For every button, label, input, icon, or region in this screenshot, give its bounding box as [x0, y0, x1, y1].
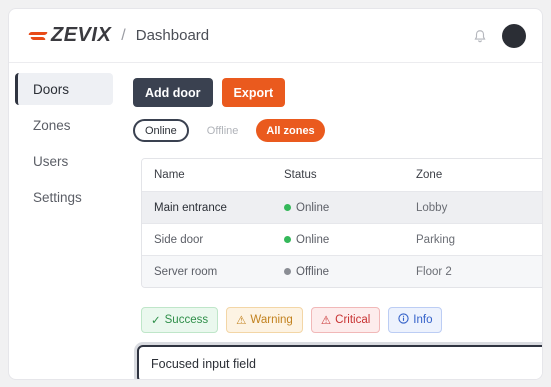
sidebar-item-settings[interactable]: Settings [15, 181, 113, 213]
door-status: Online [272, 234, 404, 246]
bell-icon[interactable] [472, 28, 488, 44]
warning-badge: ⚠ Warning [226, 307, 303, 333]
top-bar: ZEVIX / Dashboard [9, 9, 542, 63]
avatar[interactable] [502, 23, 526, 48]
status-text: Online [296, 201, 330, 214]
table-row[interactable]: Server room Offline Floor 2 [142, 255, 542, 287]
info-circle-icon [398, 313, 409, 327]
logo-text: ZEVIX [51, 24, 112, 46]
door-name: Main entrance [154, 201, 227, 214]
door-name: Side door [154, 233, 204, 246]
app-window: ZEVIX / Dashboard Doors Zones Users Sett… [8, 8, 543, 380]
warning-badge-label: Warning [250, 314, 293, 326]
warning-triangle-icon: ⚠ [236, 315, 247, 327]
door-status: Offline [272, 266, 404, 278]
info-badge: Info [388, 307, 443, 333]
logo-mark-icon [27, 29, 49, 43]
table-header-row: Name Status Zone [142, 159, 542, 191]
sidebar-item-users[interactable]: Users [15, 145, 113, 177]
online-status-dot-icon [284, 204, 291, 211]
doors-table: Name Status Zone Main entrance Online Lo… [141, 158, 542, 288]
column-header-name[interactable]: Name [142, 169, 272, 181]
filter-all-zones-chip[interactable]: All zones [256, 119, 325, 142]
status-text: Online [296, 233, 330, 246]
filter-offline-chip[interactable]: Offline [197, 119, 249, 142]
critical-badge: ⚠ Critical [310, 307, 381, 333]
breadcrumb-separator: / [121, 26, 126, 44]
table-row[interactable]: Side door Online Parking [142, 223, 542, 255]
door-name: Server room [154, 265, 218, 278]
success-badge-label: Success [164, 314, 209, 326]
logo[interactable]: ZEVIX [27, 24, 111, 47]
status-text: Offline [296, 265, 330, 278]
add-door-button[interactable]: Add door [133, 78, 213, 107]
table-row[interactable]: Main entrance Online Lobby [142, 191, 542, 223]
action-bar: Add door Export [133, 78, 286, 107]
door-zone: Parking [416, 233, 455, 246]
critical-badge-label: Critical [335, 314, 371, 326]
door-zone: Floor 2 [416, 265, 452, 278]
sidebar: Doors Zones Users Settings [9, 63, 119, 379]
check-icon: ✓ [151, 315, 161, 327]
breadcrumb[interactable]: Dashboard [136, 27, 209, 44]
focused-input-field[interactable] [137, 345, 542, 379]
online-status-dot-icon [284, 236, 291, 243]
column-header-status[interactable]: Status [272, 169, 404, 181]
export-button[interactable]: Export [221, 78, 286, 107]
offline-status-dot-icon [284, 268, 291, 275]
door-status: Online [272, 202, 404, 214]
main-content: Add door Export Online Offline All zones… [133, 63, 542, 379]
info-badge-label: Info [413, 314, 433, 326]
success-badge: ✓ Success [141, 307, 219, 333]
sidebar-item-doors[interactable]: Doors [15, 73, 113, 105]
door-zone: Lobby [416, 201, 448, 214]
status-badges: ✓ Success ⚠ Warning ⚠ Critical Info [141, 307, 443, 333]
warning-triangle-icon: ⚠ [320, 315, 332, 327]
sidebar-item-zones[interactable]: Zones [15, 109, 113, 141]
filter-chips: Online Offline All zones [133, 119, 325, 142]
column-header-zone[interactable]: Zone [404, 169, 542, 181]
filter-online-chip[interactable]: Online [133, 119, 189, 142]
